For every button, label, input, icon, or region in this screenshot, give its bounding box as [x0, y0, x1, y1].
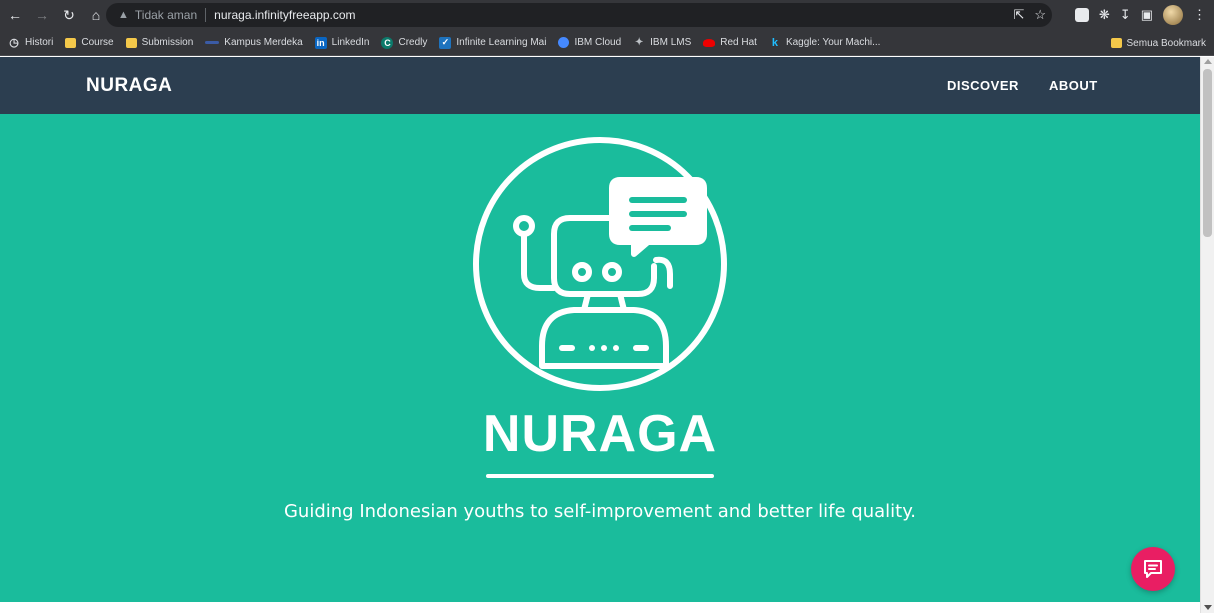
page-scrollbar[interactable]	[1200, 57, 1214, 613]
bookmark-submission[interactable]: Submission	[125, 32, 194, 54]
reload-icon[interactable]: ↻	[57, 3, 81, 27]
bookmarks-bar: ◷ Histori Course Submission Kampus Merde…	[0, 30, 1214, 56]
extension-icon[interactable]	[1074, 8, 1089, 22]
nav-discover[interactable]: DISCOVER	[947, 78, 1019, 93]
all-bookmarks[interactable]: Semua Bookmark	[1110, 32, 1206, 54]
bookmark-label: Histori	[25, 37, 54, 48]
hero-section: NURAGA Guiding Indonesian youths to self…	[0, 114, 1200, 602]
security-label: Tidak aman	[134, 8, 198, 22]
bookmark-label: IBM Cloud	[574, 37, 622, 48]
bookmark-kaggle[interactable]: k Kaggle: Your Machi...	[769, 32, 881, 54]
hero-divider	[486, 474, 714, 478]
forward-icon[interactable]: →	[30, 3, 54, 27]
profile-avatar[interactable]	[1163, 5, 1183, 25]
bookmark-linkedin[interactable]: in LinkedIn	[314, 32, 370, 54]
hero-title: NURAGA	[482, 405, 718, 463]
bookmark-ibm-lms[interactable]: ✦ IBM LMS	[633, 32, 691, 54]
all-bookmarks-label: Semua Bookmark	[1126, 37, 1206, 49]
bookmark-redhat[interactable]: Red Hat	[703, 32, 757, 54]
folder-icon	[125, 37, 137, 48]
bookmark-label: Kaggle: Your Machi...	[785, 37, 881, 48]
history-icon: ◷	[9, 37, 19, 49]
bookmark-infinite-learning[interactable]: ✓ Infinite Learning Mai	[439, 32, 546, 54]
hero-subtitle: Guiding Indonesian youths to self-improv…	[283, 501, 916, 522]
address-bar[interactable]: ▲ Tidak aman nuraga.infinityfreeapp.com …	[106, 3, 1052, 27]
bookmark-histori[interactable]: ◷ Histori	[8, 32, 53, 54]
omnibox-separator	[205, 8, 207, 22]
ibm-cloud-icon	[558, 37, 570, 48]
bookmark-label: Infinite Learning Mai	[456, 37, 547, 48]
bookmark-ibm-cloud[interactable]: IBM Cloud	[558, 32, 621, 54]
site-brand[interactable]: NURAGA	[86, 75, 172, 97]
bookmark-credly[interactable]: C Credly	[381, 32, 427, 54]
folder-icon	[1110, 38, 1122, 48]
scroll-thumb[interactable]	[1203, 69, 1212, 237]
bookmark-label: Kampus Merdeka	[224, 37, 303, 48]
home-icon[interactable]: ⌂	[84, 3, 108, 27]
warning-icon: ▲	[118, 9, 129, 21]
star-icon[interactable]: ☆	[1034, 7, 1046, 23]
back-icon[interactable]: ←	[3, 3, 27, 27]
menu-kebab-icon[interactable]: ⋮	[1193, 7, 1206, 23]
bookmark-label: Course	[81, 37, 114, 48]
download-icon[interactable]: ↧	[1120, 7, 1131, 23]
bookmark-kampus-merdeka[interactable]: Kampus Merdeka	[205, 32, 303, 54]
linkedin-icon: in	[314, 36, 327, 49]
puzzle-icon[interactable]: ❋	[1099, 7, 1110, 23]
kaggle-icon: k	[771, 36, 779, 49]
scroll-up-icon[interactable]	[1204, 59, 1212, 64]
bookmark-label: Submission	[141, 37, 194, 48]
infinite-learning-icon: ✓	[439, 36, 452, 49]
sidepanel-icon[interactable]: ▣	[1141, 7, 1153, 23]
chat-icon	[1144, 560, 1162, 578]
bookmark-label: Red Hat	[720, 37, 757, 48]
redhat-icon	[703, 38, 716, 47]
url-text[interactable]: nuraga.infinityfreeapp.com	[214, 8, 355, 22]
folder-icon	[65, 37, 77, 48]
bookmark-label: IBM LMS	[650, 37, 692, 48]
credly-icon: C	[381, 36, 394, 49]
share-icon[interactable]: ⇱	[1013, 7, 1024, 23]
robot-chat-icon	[473, 137, 727, 391]
bookmark-label: LinkedIn	[331, 37, 370, 48]
scroll-down-icon[interactable]	[1204, 605, 1212, 610]
browser-toolbar: ← → ↻ ⌂ ▲ Tidak aman nuraga.infinityfree…	[0, 0, 1214, 30]
chat-fab-button[interactable]	[1131, 547, 1175, 591]
kampus-merdeka-icon	[205, 41, 220, 44]
ibm-lms-icon: ✦	[634, 37, 644, 48]
nav-about[interactable]: ABOUT	[1049, 78, 1098, 93]
bookmark-label: Credly	[398, 37, 428, 48]
bookmark-course[interactable]: Course	[65, 32, 114, 54]
page-viewport: NURAGA DISCOVER ABOUT NURAGA Guiding Ind…	[0, 57, 1200, 613]
